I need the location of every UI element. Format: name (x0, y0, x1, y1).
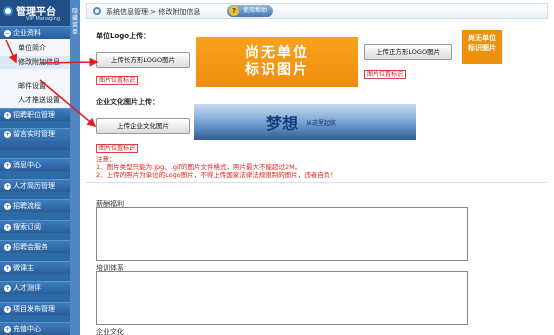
culture-image-main-text: 梦想 (266, 114, 299, 133)
upload-culture-image-button[interactable]: 上传企业文化图片 (96, 118, 190, 134)
brand: 管理平台 VIP Managing (0, 0, 70, 26)
menu-group-message-center[interactable]: + 消息中心 (0, 158, 70, 171)
menu-group-micro-course[interactable]: + 微课主 (0, 261, 70, 274)
image-position-tag: 图片位置标识 (96, 76, 139, 85)
training-textarea[interactable] (96, 271, 468, 325)
culture-section-title: 企业文化图片上传： (96, 98, 159, 106)
location-icon (93, 7, 101, 15)
upload-long-logo-button[interactable]: 上传长方形LOGO图片 (96, 52, 190, 68)
sidebar-item-talent-push[interactable]: 人才推送设置 (0, 94, 70, 107)
long-logo-preview: 尚无单位 标识图片 (196, 37, 358, 87)
image-position-tag: 图片位置标识 (96, 144, 139, 153)
expand-icon: + (4, 130, 11, 138)
breadcrumb: 系统信息管理 > 修改附加信息 ? 使用帮助 (86, 3, 548, 19)
menu-group-job-management[interactable]: + 招聘职位管理 (0, 108, 70, 121)
menu-group-project-publish[interactable]: + 项目发布管理 (0, 302, 70, 315)
sidebar-toggle[interactable]: 隐藏菜单 (70, 0, 80, 335)
note-item: 2、上传的照片为单位的Logo图片，不得上传国家法律法规限制的图片，违者自负！ (96, 171, 337, 179)
expand-icon: + (4, 111, 11, 119)
image-position-tag: 图片位置标识 (364, 70, 407, 79)
menu-group-resume[interactable]: + 人才简历管理 (0, 179, 70, 192)
field-label-culture: 企业文化 (96, 328, 124, 335)
sidebar-item-company-intro[interactable]: 单位简介 (0, 42, 70, 55)
expand-icon: + (4, 202, 11, 210)
main-content: 系统信息管理 > 修改附加信息 ? 使用帮助 单位Logo上传： 上传长方形LO… (86, 0, 554, 335)
culture-image-sub-text: 从这里起航 (306, 120, 337, 127)
menu-group-job-fair[interactable]: + 招聘会服务 (0, 240, 70, 253)
expand-icon: + (4, 284, 11, 292)
sidebar-item-email-settings[interactable]: 邮件设置 (0, 80, 70, 93)
menu-group-search-subscribe[interactable]: + 搜索订阅 (0, 220, 70, 233)
sidebar: 管理平台 VIP Managing − 企业资料 单位简介 修改附加信息 邮件设置… (0, 0, 70, 335)
brand-subtitle: VIP Managing (26, 16, 61, 22)
expand-icon: + (4, 161, 11, 169)
question-icon: ? (229, 6, 239, 16)
divider (86, 182, 548, 183)
logo-section-title: 单位Logo上传： (96, 32, 151, 40)
menu-group-assessment[interactable]: + 人才测评 (0, 281, 70, 294)
expand-icon: + (4, 243, 11, 251)
sidebar-toggle-label: 隐藏菜单 (71, 8, 78, 36)
breadcrumb-text: 系统信息管理 > 修改附加信息 (106, 8, 201, 16)
menu-group-message[interactable]: + 留言实时管理 (0, 128, 70, 150)
expand-icon: + (4, 305, 11, 313)
help-button[interactable]: ? 使用帮助 (227, 5, 274, 17)
collapse-icon: − (4, 29, 11, 37)
expand-icon: + (4, 325, 11, 333)
menu-group-recruit-process[interactable]: + 招聘流程 (0, 199, 70, 212)
brand-logo (3, 6, 13, 16)
culture-image-preview: 梦想 从这里起航 (194, 104, 416, 140)
submenu-company-info: 单位简介 修改附加信息 邮件设置 人才推送设置 (0, 39, 70, 108)
sidebar-item-edit-extra-info[interactable]: 修改附加信息 (0, 56, 70, 69)
notes-heading: 注意： (96, 155, 116, 163)
expand-icon: + (4, 182, 11, 190)
expand-icon: + (4, 264, 11, 272)
upload-notes: 注意： 1、图片类型只能为.jpg、.gif的图片文件格式，照片最大不能超过2M… (96, 155, 337, 179)
salary-textarea[interactable] (96, 207, 468, 261)
menu-group-recharge[interactable]: + 充值中心 (0, 322, 70, 335)
note-item: 1、图片类型只能为.jpg、.gif的图片文件格式，照片最大不能超过2M。 (96, 163, 302, 171)
menu-group-company-info[interactable]: − 企业资料 (0, 26, 70, 39)
square-logo-preview: 尚无单位 标识图片 (462, 30, 502, 64)
upload-square-logo-button[interactable]: 上传正方形LOGO图片 (364, 44, 452, 60)
expand-icon: + (4, 223, 11, 231)
